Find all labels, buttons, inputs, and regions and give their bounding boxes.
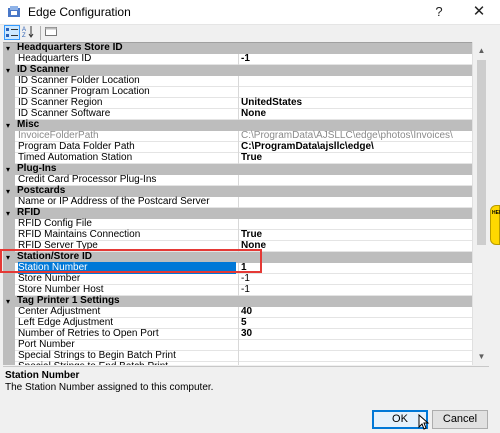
row-gutter: [3, 197, 15, 208]
property-row[interactable]: Headquarters ID -1: [3, 53, 472, 65]
mouse-cursor-icon: [418, 414, 430, 430]
row-gutter: [3, 54, 15, 65]
property-grid[interactable]: ▾ Headquarters Store ID Headquarters ID -1 ▾…: [3, 42, 472, 365]
title-bar: Edge Configuration ? ✕: [0, 0, 500, 25]
collapse-chevron-icon[interactable]: ▾: [6, 296, 15, 307]
station-id-highlight-box: [0, 249, 262, 273]
column-divider[interactable]: [238, 230, 239, 241]
row-gutter: [3, 362, 15, 365]
row-gutter: [3, 318, 15, 329]
categorized-icon: [6, 28, 18, 37]
column-divider[interactable]: [238, 329, 239, 340]
collapse-chevron-icon[interactable]: ▾: [6, 164, 15, 175]
row-gutter: [3, 274, 15, 285]
description-panel: Station Number The Station Number assign…: [3, 366, 489, 405]
property-name[interactable]: Name or IP Address of the Postcard Serve…: [18, 196, 236, 208]
column-divider[interactable]: [238, 153, 239, 164]
property-value[interactable]: None: [241, 108, 471, 120]
edge-configuration-window: Edge Configuration ? ✕ A Z ▾ Headquarters: [0, 0, 500, 433]
scroll-down-arrow-icon[interactable]: ▼: [473, 348, 490, 365]
column-divider[interactable]: [238, 131, 239, 142]
column-divider[interactable]: [238, 285, 239, 296]
row-gutter: [3, 131, 15, 142]
property-value[interactable]: -1: [241, 284, 471, 296]
column-divider[interactable]: [238, 175, 239, 186]
property-row[interactable]: Name or IP Address of the Postcard Serve…: [3, 196, 472, 208]
property-row[interactable]: Credit Card Processor Plug-Ins: [3, 174, 472, 186]
row-gutter: [3, 285, 15, 296]
categorized-button[interactable]: [4, 25, 20, 40]
app-icon: [8, 6, 20, 17]
alphabetical-button[interactable]: A Z: [21, 25, 37, 40]
column-divider[interactable]: [238, 87, 239, 98]
column-divider[interactable]: [238, 362, 239, 365]
column-divider[interactable]: [238, 76, 239, 87]
row-gutter: [3, 307, 15, 318]
row-gutter: [3, 76, 15, 87]
row-gutter: [3, 329, 15, 340]
scrollbar-thumb[interactable]: [477, 60, 486, 245]
column-divider[interactable]: [238, 142, 239, 153]
window-title: Edge Configuration: [28, 5, 131, 19]
column-divider[interactable]: [238, 98, 239, 109]
row-gutter: [3, 87, 15, 98]
toolbar-separator: [40, 26, 41, 40]
row-gutter: [3, 219, 15, 230]
row-gutter: [3, 351, 15, 362]
column-divider[interactable]: [238, 351, 239, 362]
column-divider[interactable]: [238, 274, 239, 285]
svg-text:Z: Z: [22, 33, 26, 38]
collapse-chevron-icon[interactable]: ▾: [6, 120, 15, 131]
property-grid-toolbar: A Z: [2, 24, 498, 42]
property-pages-button[interactable]: [44, 25, 60, 40]
description-title: Station Number: [5, 370, 80, 381]
property-name[interactable]: ID Scanner Software: [18, 108, 236, 120]
collapse-chevron-icon[interactable]: ▾: [6, 65, 15, 76]
collapse-chevron-icon[interactable]: ▾: [6, 43, 15, 54]
help-tab-label: HELP: [492, 210, 500, 216]
property-row[interactable]: Special Strings to End Batch Print: [3, 361, 472, 365]
scroll-up-arrow-icon[interactable]: ▲: [473, 42, 490, 59]
property-name[interactable]: Special Strings to End Batch Print: [18, 361, 236, 365]
row-gutter: [3, 230, 15, 241]
column-divider[interactable]: [238, 307, 239, 318]
column-divider[interactable]: [238, 318, 239, 329]
property-value[interactable]: 30: [241, 328, 471, 340]
row-gutter: [3, 340, 15, 351]
column-divider[interactable]: [238, 109, 239, 120]
row-gutter: [3, 98, 15, 109]
collapse-chevron-icon[interactable]: ▾: [6, 208, 15, 219]
help-side-tab[interactable]: HELP: [490, 205, 500, 245]
row-gutter: [3, 153, 15, 164]
close-button[interactable]: ✕: [459, 0, 499, 24]
row-gutter: [3, 109, 15, 120]
column-divider[interactable]: [238, 54, 239, 65]
property-value[interactable]: -1: [241, 53, 471, 65]
collapse-chevron-icon[interactable]: ▾: [6, 186, 15, 197]
az-sort-icon: A Z: [22, 26, 34, 39]
property-row[interactable]: ID Scanner Software None: [3, 108, 472, 120]
property-pages-icon: [45, 27, 57, 36]
vertical-scrollbar[interactable]: ▲ ▼: [472, 42, 490, 365]
property-value[interactable]: None: [241, 240, 471, 252]
property-value[interactable]: True: [241, 152, 471, 164]
column-divider[interactable]: [238, 340, 239, 351]
help-button[interactable]: ?: [423, 0, 455, 24]
column-divider[interactable]: [238, 219, 239, 230]
cancel-button[interactable]: Cancel: [432, 410, 488, 429]
row-gutter: [3, 175, 15, 186]
row-gutter: [3, 142, 15, 153]
description-text: The Station Number assigned to this comp…: [5, 382, 214, 393]
property-row[interactable]: Timed Automation Station True: [3, 152, 472, 164]
column-divider[interactable]: [238, 197, 239, 208]
